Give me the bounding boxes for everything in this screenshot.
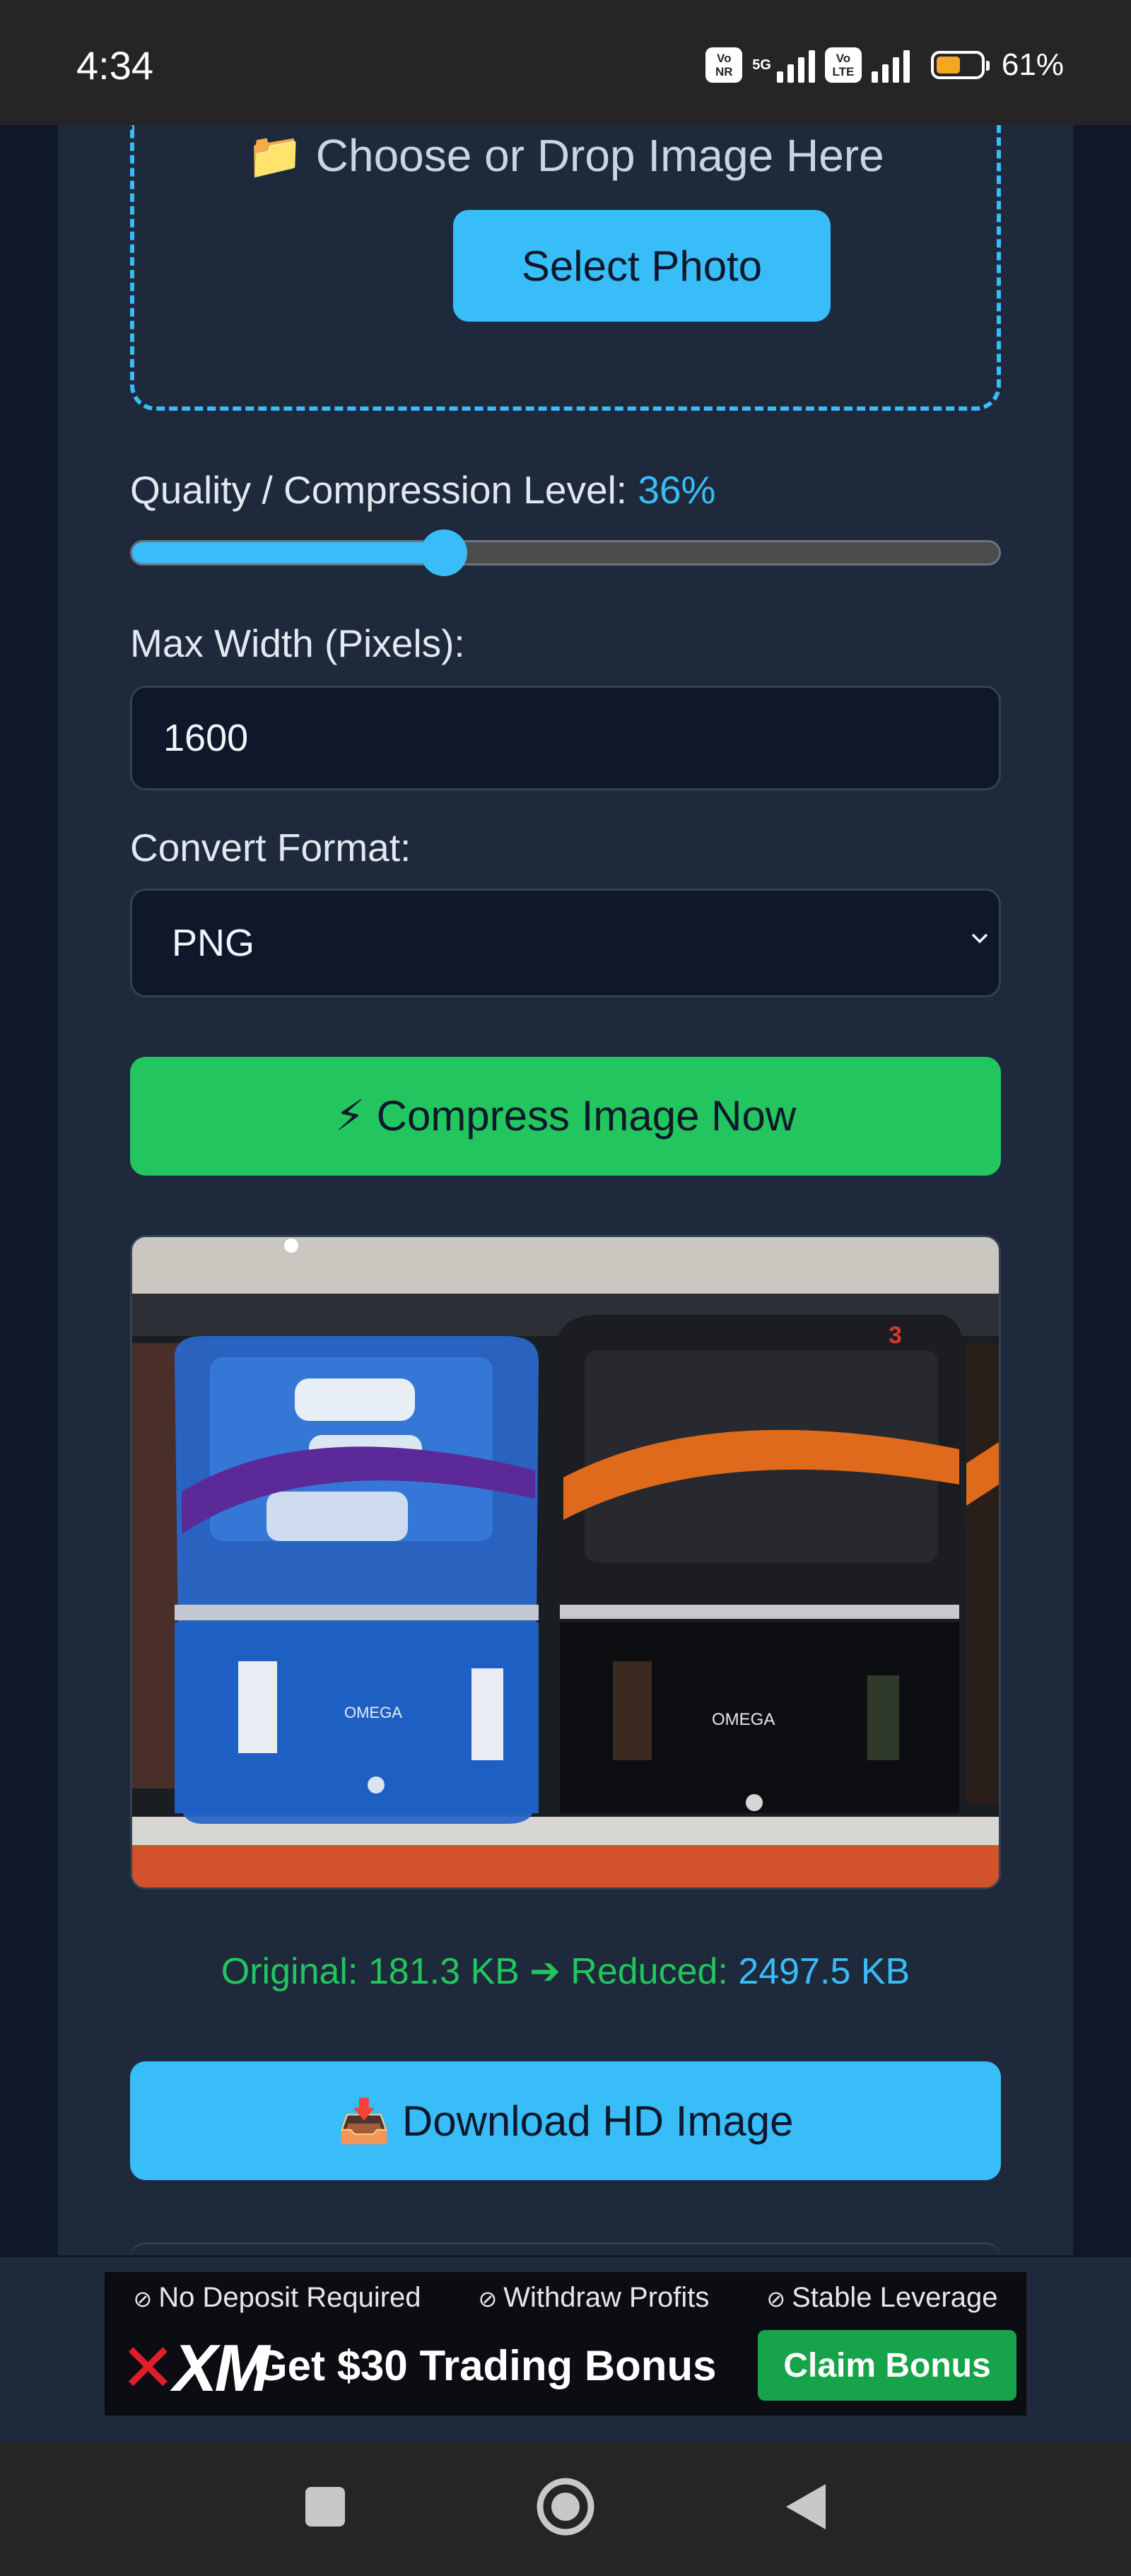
quality-slider-fill bbox=[132, 542, 445, 563]
status-time: 4:34 bbox=[76, 43, 153, 88]
max-width-input[interactable]: 1600 bbox=[130, 686, 1001, 790]
compress-image-button[interactable]: ⚡ Compress Image Now bbox=[130, 1057, 1001, 1176]
download-hd-button[interactable]: 📥 Download HD Image bbox=[130, 2061, 1001, 2180]
xm-ad-banner[interactable]: No Deposit Required Withdraw Profits Sta… bbox=[105, 2272, 1026, 2416]
back-triangle-icon[interactable] bbox=[770, 2471, 841, 2542]
xm-logo: ✕XM bbox=[120, 2331, 270, 2405]
quality-value: 36% bbox=[638, 468, 716, 512]
home-circle-icon[interactable] bbox=[530, 2471, 601, 2542]
quality-slider[interactable] bbox=[130, 529, 1001, 576]
compressed-image-preview: OMEGA 3 OMEGA bbox=[130, 1235, 1001, 1890]
quality-slider-thumb[interactable] bbox=[421, 529, 468, 576]
ad-benefits: No Deposit Required Withdraw Profits Sta… bbox=[105, 2278, 1026, 2317]
water-purifier-photo: OMEGA 3 OMEGA bbox=[132, 1237, 999, 1887]
volte-lte-icon: Vo LTE bbox=[824, 47, 862, 83]
signal-strength-icon bbox=[871, 47, 910, 83]
ad-headline: Get $30 Trading Bonus bbox=[254, 2342, 717, 2389]
battery-percent: 61% bbox=[1001, 47, 1064, 82]
ad-benefit: No Deposit Required bbox=[134, 2282, 421, 2314]
battery-icon bbox=[930, 51, 990, 79]
convert-format-label: Convert Format: bbox=[130, 826, 411, 870]
ad-benefit: Withdraw Profits bbox=[479, 2282, 709, 2314]
original-size-text: Original: 181.3 KB ➔ Reduced: bbox=[221, 1951, 739, 1992]
reduced-size-text: 2497.5 KB bbox=[738, 1951, 910, 1992]
status-icons: Vo NR 5G Vo LTE 61% bbox=[705, 44, 1064, 86]
max-width-label: Max Width (Pixels): bbox=[130, 621, 465, 665]
drop-zone-label: 📁 Choose or Drop Image Here bbox=[247, 130, 884, 181]
ad-benefit: Stable Leverage bbox=[766, 2282, 997, 2314]
network-type-label: 5G bbox=[752, 57, 771, 73]
select-photo-button[interactable]: Select Photo bbox=[453, 210, 831, 322]
svg-text:OMEGA: OMEGA bbox=[712, 1710, 775, 1729]
signal-strength-icon bbox=[776, 47, 815, 83]
system-nav-bar bbox=[0, 2442, 1131, 2576]
claim-bonus-button[interactable]: Claim Bonus bbox=[758, 2330, 1016, 2401]
svg-text:3: 3 bbox=[889, 1322, 902, 1349]
status-bar: 4:34 Vo NR 5G Vo LTE 61% bbox=[0, 0, 1131, 125]
recents-square-icon[interactable] bbox=[290, 2471, 361, 2542]
chevron-down-icon bbox=[971, 933, 988, 944]
svg-text:OMEGA: OMEGA bbox=[344, 1704, 402, 1721]
image-drop-zone[interactable]: 📁 Choose or Drop Image Here Select Photo bbox=[130, 125, 1001, 411]
format-select[interactable]: PNG bbox=[130, 889, 1001, 997]
quality-label: Quality / Compression Level: 36% bbox=[130, 468, 716, 512]
volte-nr-icon: Vo NR bbox=[705, 47, 743, 83]
size-comparison: Original: 181.3 KB ➔ Reduced: 2497.5 KB bbox=[58, 1950, 1073, 1993]
compressor-card: 📁 Choose or Drop Image Here Select Photo… bbox=[58, 125, 1073, 2255]
